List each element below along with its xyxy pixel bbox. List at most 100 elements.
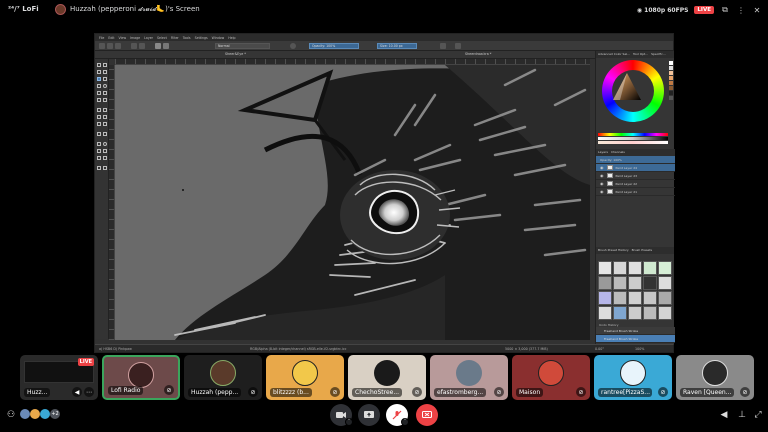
pan-tool-icon[interactable] — [103, 166, 107, 170]
hue-strip[interactable] — [598, 133, 668, 136]
more-icon[interactable]: ⋯ — [84, 387, 94, 397]
menu-layer[interactable]: Layer — [144, 36, 153, 40]
brush-preset[interactable] — [643, 261, 657, 275]
brush-preset[interactable] — [658, 306, 672, 320]
camera-options-caret[interactable]: ˅ — [345, 418, 353, 426]
blend-mode-select[interactable]: Normal — [215, 43, 270, 49]
eye-icon[interactable]: ◉ — [600, 189, 604, 194]
color-picker-icon[interactable] — [97, 122, 101, 126]
erase-mode-icon[interactable] — [290, 43, 296, 49]
participant-tile[interactable]: blitzzzz (b... ⊘ — [266, 355, 344, 400]
tab-brush-presets[interactable]: Brush Presets — [632, 248, 653, 253]
volume-icon[interactable]: ◀ — [72, 387, 82, 397]
menu-tools[interactable]: Tools — [183, 36, 191, 40]
disconnect-button[interactable] — [416, 404, 438, 426]
measure-tool-icon[interactable] — [103, 132, 107, 136]
screen-share-button[interactable] — [358, 404, 380, 426]
crop-tool-icon[interactable] — [97, 115, 101, 119]
brush-preset[interactable] — [613, 276, 627, 290]
more-icon[interactable]: ⋮ — [736, 5, 746, 15]
brush-preset[interactable] — [628, 261, 642, 275]
eye-icon[interactable]: ◉ — [600, 181, 604, 186]
participant-tile[interactable]: Raven [Queen... ⊘ — [676, 355, 754, 400]
pin-icon[interactable]: ⊥ — [736, 409, 748, 421]
brush-preset[interactable] — [613, 261, 627, 275]
edit-shape-icon[interactable] — [97, 70, 101, 74]
tab-specific[interactable]: Specific... — [651, 52, 666, 57]
participant-tile[interactable]: Maison ⊘ — [512, 355, 590, 400]
move-tool-icon[interactable] — [103, 108, 107, 112]
mirror-icon[interactable] — [440, 43, 446, 49]
gradient-tool-icon[interactable] — [103, 115, 107, 119]
brush-preset[interactable] — [658, 291, 672, 305]
volume-icon[interactable]: ◀ — [718, 409, 730, 421]
participant-tile[interactable]: Huzzah (pepp... ⊘ — [184, 355, 262, 400]
brush-preset[interactable] — [643, 306, 657, 320]
close-icon[interactable]: ✕ — [752, 5, 762, 15]
line-tool-icon[interactable] — [103, 77, 107, 81]
avatar[interactable] — [20, 409, 30, 419]
add-user-icon[interactable]: ⚇ — [5, 409, 17, 421]
select-tool-icon[interactable] — [97, 63, 101, 67]
assistant-tool-icon[interactable] — [97, 132, 101, 136]
fullscreen-icon[interactable]: ⤢ — [752, 409, 764, 421]
polyline-tool-icon[interactable] — [103, 91, 107, 95]
brush-preset[interactable] — [658, 261, 672, 275]
menu-file[interactable]: File — [99, 36, 104, 40]
menu-help[interactable]: Help — [228, 36, 235, 40]
menu-image[interactable]: Image — [130, 36, 140, 40]
menu-filter[interactable]: Filter — [171, 36, 179, 40]
size-slider[interactable]: Size: 10.00 px — [377, 43, 417, 49]
pattern-icon[interactable] — [163, 43, 169, 49]
undo-icon[interactable] — [131, 43, 137, 49]
save-icon[interactable] — [115, 43, 121, 49]
participant-tile[interactable]: rantree[PizzaS... ⊘ — [594, 355, 672, 400]
popout-icon[interactable]: ⧉ — [720, 5, 730, 15]
streamed-app-window[interactable]: File Edit View Image Layer Select Filter… — [94, 33, 675, 353]
brush-preset[interactable] — [628, 306, 642, 320]
menu-settings[interactable]: Settings — [195, 36, 208, 40]
rect-select-icon[interactable] — [97, 142, 101, 146]
drawing-canvas[interactable] — [115, 65, 590, 340]
brush-preset[interactable] — [598, 291, 612, 305]
brush-preset[interactable] — [598, 306, 612, 320]
calligraphy-icon[interactable] — [103, 70, 107, 74]
transform-tool-icon[interactable] — [97, 108, 101, 112]
color-selector[interactable] — [596, 58, 674, 133]
bezier-tool-icon[interactable] — [97, 98, 101, 102]
ellipse-tool-icon[interactable] — [103, 84, 107, 88]
fill-tool-icon[interactable] — [103, 122, 107, 126]
brush-preset[interactable] — [628, 276, 642, 290]
server-name[interactable]: ²⁴/⁷ LoFi — [8, 5, 39, 13]
open-file-icon[interactable] — [107, 43, 113, 49]
tab-brush-history[interactable]: Brush Preset History — [598, 248, 629, 253]
participant-tile[interactable]: Lofi Radio ⊘ — [102, 355, 180, 400]
new-file-icon[interactable] — [99, 43, 105, 49]
menu-window[interactable]: Window — [212, 36, 225, 40]
layer-item[interactable]: ◉ Paint Layer 24 — [596, 164, 675, 172]
eye-icon[interactable]: ◉ — [600, 165, 604, 170]
tab-advanced-color[interactable]: Advanced Color Sel... — [598, 52, 630, 57]
participant-tile-stream[interactable]: LIVE Huzz... ◀ ⋯ — [20, 355, 98, 400]
brush-preset[interactable] — [658, 276, 672, 290]
contiguous-select-icon[interactable] — [97, 156, 101, 160]
document-tab-2[interactable]: Sheerdraw.kra * — [465, 52, 491, 56]
ellipse-select-icon[interactable] — [103, 142, 107, 146]
avatar[interactable] — [40, 409, 50, 419]
history-item[interactable]: Freehand Brush Stroke — [596, 335, 675, 343]
extra-users-count[interactable]: +2 — [50, 409, 60, 419]
layer-item[interactable]: ◉ Paint Layer 21 — [596, 188, 675, 196]
tab-layers[interactable]: Layers — [598, 150, 608, 155]
history-item[interactable]: Freehand Brush Stroke — [596, 327, 675, 335]
layer-item[interactable]: ◉ Paint Layer 22 — [596, 180, 675, 188]
gradient-icon[interactable] — [155, 43, 161, 49]
menu-select[interactable]: Select — [157, 36, 167, 40]
opacity-slider[interactable]: Opacity: 100% — [309, 43, 359, 49]
tab-tool-options[interactable]: Tool Opt... — [633, 52, 648, 57]
layer-opacity[interactable]: Opacity: 100% — [596, 156, 675, 164]
participant-tile[interactable]: ChechoStree... ⊘ — [348, 355, 426, 400]
saturation-strip[interactable] — [598, 141, 668, 144]
brush-preset[interactable] — [598, 261, 612, 275]
tab-channels[interactable]: Channels — [611, 150, 625, 155]
brush-preset[interactable] — [613, 306, 627, 320]
